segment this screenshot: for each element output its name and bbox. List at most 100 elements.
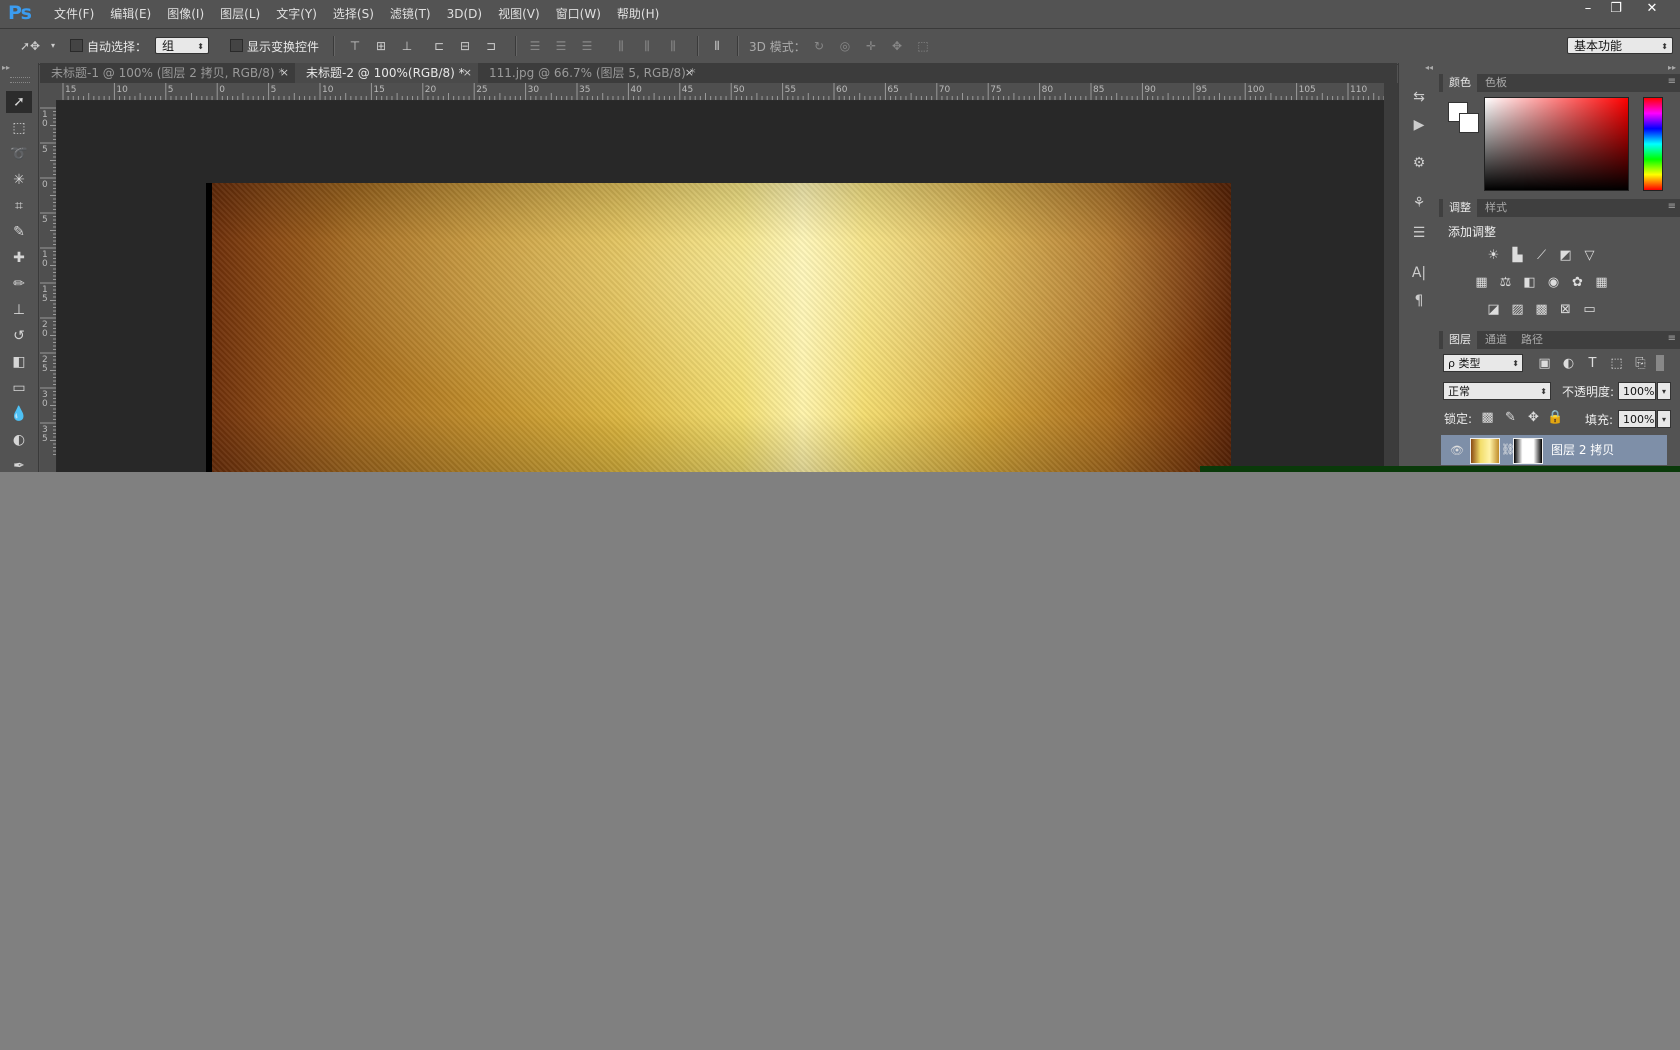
lock-transparent-icon[interactable]: ▩ xyxy=(1479,410,1496,425)
tab-document-1[interactable]: 未标题-1 @ 100% (图层 2 拷贝, RGB/8) * × xyxy=(40,63,295,83)
eyedropper-icon[interactable]: ✎ xyxy=(6,221,32,243)
exposure-icon[interactable]: ◩ xyxy=(1557,248,1574,263)
align-bottom-icon[interactable]: ⊥ xyxy=(398,37,416,55)
menu-type[interactable]: 文字(Y) xyxy=(268,0,325,28)
grip-icon[interactable] xyxy=(10,77,30,83)
invert-icon[interactable]: ◪ xyxy=(1485,302,1502,317)
close-window-button[interactable]: ✕ xyxy=(1638,1,1666,19)
align-left-icon[interactable]: ⊏ xyxy=(430,37,448,55)
menu-image[interactable]: 图像(I) xyxy=(159,0,212,28)
filter-pixel-icon[interactable]: ▣ xyxy=(1536,356,1553,371)
tab-document-2[interactable]: 未标题-2 @ 100%(RGB/8) * × xyxy=(295,63,478,83)
preset-dropdown-icon[interactable]: ▾ xyxy=(44,37,62,55)
filter-smart-object-icon[interactable]: ⎘ xyxy=(1632,356,1649,371)
collapse-icon[interactable]: ▸▸ xyxy=(1668,63,1676,72)
ruler-corner[interactable] xyxy=(40,83,56,100)
tab-channels[interactable]: 通道 xyxy=(1479,331,1513,349)
align-top-icon[interactable]: ⊤ xyxy=(346,37,364,55)
menu-filter[interactable]: 滤镜(T) xyxy=(382,0,439,28)
move-tool-icon[interactable]: ➚ xyxy=(6,91,32,113)
distribute-bottom-icon[interactable]: ☰ xyxy=(578,37,596,55)
align-vcenter-icon[interactable]: ⊞ xyxy=(372,37,390,55)
layer-row[interactable]: 👁 ⛓ 图层 2 拷贝 xyxy=(1441,435,1667,465)
menu-layer[interactable]: 图层(L) xyxy=(212,0,268,28)
layer-name[interactable]: 图层 2 拷贝 xyxy=(1551,435,1614,465)
layer-thumbnail[interactable] xyxy=(1470,438,1500,464)
fill-dropdown-icon[interactable]: ▾ xyxy=(1657,410,1671,428)
workspace-dropdown[interactable]: 基本功能 ⬍ xyxy=(1567,37,1673,54)
opacity-dropdown-icon[interactable]: ▾ xyxy=(1657,382,1671,400)
opacity-input[interactable]: 100% xyxy=(1618,382,1656,400)
lasso-tool-icon[interactable]: ➰ xyxy=(6,143,32,165)
panel-menu-icon[interactable]: ≡ xyxy=(1668,76,1676,87)
channel-mixer-icon[interactable]: ✿ xyxy=(1569,275,1586,290)
selective-color-icon[interactable]: ⊠ xyxy=(1557,302,1574,317)
tab-layers[interactable]: 图层 xyxy=(1443,331,1477,349)
filter-shape-icon[interactable]: ⬚ xyxy=(1608,356,1625,371)
show-transform-checkbox[interactable] xyxy=(230,39,243,52)
filter-adjustment-icon[interactable]: ◐ xyxy=(1560,356,1577,371)
brush-tool-icon[interactable]: ✏ xyxy=(6,273,32,295)
paragraph-panel-icon[interactable]: ¶ xyxy=(1409,291,1429,311)
filter-toggle[interactable] xyxy=(1656,355,1664,371)
hue-saturation-icon[interactable]: ▦ xyxy=(1473,275,1490,290)
color-balance-icon[interactable]: ⚖ xyxy=(1497,275,1514,290)
visibility-eye-icon[interactable]: 👁 xyxy=(1450,444,1464,457)
color-field[interactable] xyxy=(1484,97,1629,191)
layer-mask-thumbnail[interactable] xyxy=(1513,438,1543,464)
tab-color[interactable]: 颜色 xyxy=(1443,74,1477,92)
actions-panel-icon[interactable]: ▶ xyxy=(1409,115,1429,135)
auto-select-dropdown[interactable]: 组 ⬍ xyxy=(155,37,209,54)
menu-file[interactable]: 文件(F) xyxy=(46,0,102,28)
distribute-left-icon[interactable]: ⫼ xyxy=(612,37,630,55)
lock-all-icon[interactable]: 🔒 xyxy=(1547,410,1564,425)
hue-slider[interactable] xyxy=(1643,97,1663,191)
distribute-hcenter-icon[interactable]: ⫼ xyxy=(638,37,656,55)
eraser-tool-icon[interactable]: ◧ xyxy=(6,351,32,373)
scale-3d-icon[interactable]: ⬚ xyxy=(914,37,932,55)
vertical-scrollbar[interactable] xyxy=(1384,83,1398,472)
black-white-icon[interactable]: ◧ xyxy=(1521,275,1538,290)
slide-3d-icon[interactable]: ✥ xyxy=(888,37,906,55)
lock-position-icon[interactable]: ✥ xyxy=(1525,410,1542,425)
blur-tool-icon[interactable]: 💧 xyxy=(6,403,32,425)
auto-align-icon[interactable]: ⫴ xyxy=(708,37,726,55)
menu-help[interactable]: 帮助(H) xyxy=(609,0,667,28)
distribute-vcenter-icon[interactable]: ☰ xyxy=(552,37,570,55)
collapse-icon[interactable]: ◂◂ xyxy=(1425,63,1433,72)
drag-3d-icon[interactable]: ✛ xyxy=(862,37,880,55)
brightness-icon[interactable]: ☀ xyxy=(1485,248,1502,263)
tab-styles[interactable]: 样式 xyxy=(1479,199,1513,217)
lock-pixels-icon[interactable]: ✎ xyxy=(1502,410,1519,425)
layer-filter-dropdown[interactable]: ρ 类型 ⬍ xyxy=(1443,354,1523,372)
levels-icon[interactable]: ▙ xyxy=(1509,248,1526,263)
align-hcenter-icon[interactable]: ⊟ xyxy=(456,37,474,55)
color-lookup-icon[interactable]: ▦ xyxy=(1593,275,1610,290)
curves-icon[interactable]: ⟋ xyxy=(1533,248,1550,263)
roll-3d-icon[interactable]: ◎ xyxy=(836,37,854,55)
magic-wand-icon[interactable]: ✳ xyxy=(6,169,32,191)
filter-type-icon[interactable]: T xyxy=(1584,356,1601,371)
background-color-swatch[interactable] xyxy=(1459,113,1479,133)
character-panel-icon[interactable]: A| xyxy=(1409,263,1429,283)
blend-mode-dropdown[interactable]: 正常 ⬍ xyxy=(1443,382,1551,400)
menu-select[interactable]: 选择(S) xyxy=(325,0,382,28)
marquee-tool-icon[interactable]: ⬚ xyxy=(6,117,32,139)
close-tab-icon[interactable]: × xyxy=(280,63,289,83)
close-tab-icon[interactable]: × xyxy=(463,63,472,83)
dodge-tool-icon[interactable]: ◐ xyxy=(6,429,32,451)
move-tool-preset-icon[interactable]: ➚✥ xyxy=(20,37,40,55)
tab-paths[interactable]: 路径 xyxy=(1515,331,1549,349)
tab-swatches[interactable]: 色板 xyxy=(1479,74,1513,92)
auto-select-checkbox[interactable] xyxy=(70,39,83,52)
vertical-ruler[interactable]: 10505101520253035 xyxy=(40,100,57,472)
fill-input[interactable]: 100% xyxy=(1618,410,1656,428)
pen-tool-icon[interactable]: ✒ xyxy=(6,455,32,472)
align-right-icon[interactable]: ⊐ xyxy=(482,37,500,55)
posterize-icon[interactable]: ▨ xyxy=(1509,302,1526,317)
collapse-icon[interactable]: ▸▸ xyxy=(2,63,10,72)
brush-presets-icon[interactable]: ⚘ xyxy=(1409,193,1429,213)
clone-stamp-icon[interactable]: ⊥ xyxy=(6,299,32,321)
history-panel-icon[interactable]: ⇆ xyxy=(1409,87,1429,107)
menu-window[interactable]: 窗口(W) xyxy=(548,0,609,28)
